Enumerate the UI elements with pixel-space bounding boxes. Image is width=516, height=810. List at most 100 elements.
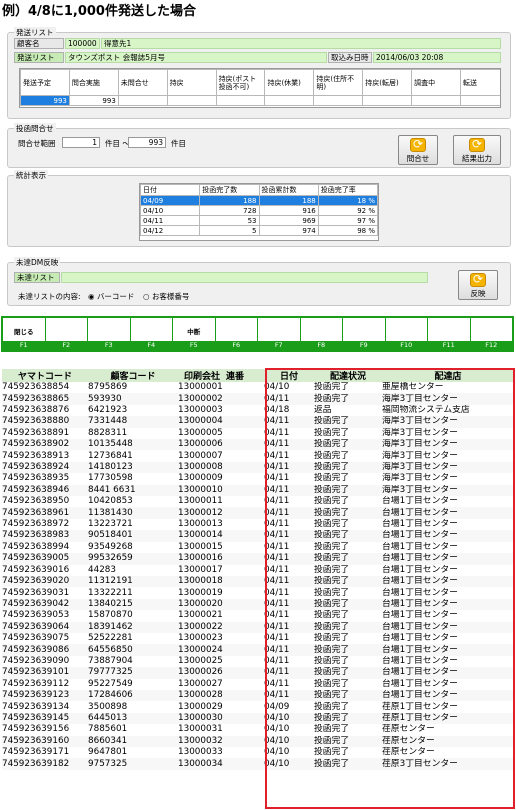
stats-row[interactable]: 04/11 53 969 97 % xyxy=(139,215,379,226)
table-cell: 745923638935 xyxy=(2,473,70,484)
inquiry-button-label: 問合せ xyxy=(406,154,430,163)
table-cell: 荏原センター xyxy=(382,747,435,758)
table-cell: 745923639020 xyxy=(2,575,88,588)
function-key-f3[interactable]: F3 xyxy=(88,318,131,350)
table-row: 745923638880 7331448 13000004 04/11 投函完了 海岸3丁… xyxy=(2,416,514,428)
send-status-column-header: 持戻(ポスト投函不可) xyxy=(215,69,266,96)
table-cell: 745923638913 xyxy=(2,450,70,461)
function-key-name: F1 xyxy=(3,341,45,350)
data-column-header: ヤマトコード xyxy=(2,369,88,382)
table-cell: 745923639160 xyxy=(2,735,88,747)
send-status-cell xyxy=(166,95,217,106)
table-cell: 7885601 xyxy=(88,724,128,735)
table-cell: 04/11 xyxy=(264,564,290,575)
stats-row[interactable]: 04/12 5 974 98 % xyxy=(139,225,379,236)
function-key-f12[interactable]: F12 xyxy=(470,318,512,350)
table-cell: 台場1丁目センター xyxy=(382,541,458,552)
customer-name-field[interactable]: 得意先1 xyxy=(101,38,501,49)
table-cell: 台場1丁目センター xyxy=(382,496,458,507)
table-cell: 6445013 xyxy=(88,712,178,725)
customer-label: 顧客名 xyxy=(14,38,64,49)
function-key-f2[interactable]: F2 xyxy=(45,318,88,350)
send-status-cell xyxy=(411,95,462,106)
customer-number-radio[interactable]: ○ お客様番号 xyxy=(143,291,189,302)
undelivered-content-label: 未達リストの内容: xyxy=(18,292,81,301)
function-key-f6[interactable]: F6 xyxy=(215,318,258,350)
stats-cell: 5 xyxy=(199,225,260,236)
table-cell: 13000012 xyxy=(178,507,264,519)
table-cell: 荏原3丁目センター xyxy=(382,758,514,770)
table-cell: 79777325 xyxy=(88,667,178,679)
table-cell: 745923639005 xyxy=(2,553,88,565)
table-row: 745923639171 9647801 13000033 04/10 投函完了 荏原セン… xyxy=(2,747,514,758)
reflect-button[interactable]: 反映 xyxy=(458,270,498,300)
table-cell: 海岸3丁目センター xyxy=(382,450,458,461)
table-cell: 7331448 xyxy=(88,416,178,428)
stats-row[interactable]: 04/10 728 916 92 % xyxy=(139,205,379,216)
table-cell: 745923639112 xyxy=(2,678,70,689)
table-cell: 投函完了 xyxy=(314,758,382,770)
output-results-button[interactable]: 結果出力 xyxy=(453,135,501,165)
function-key-f10[interactable]: F10 xyxy=(385,318,428,350)
undelivered-list-field[interactable] xyxy=(61,272,428,283)
table-row: 745923639075 52522281 13000023 04/11 投函完了 台場1… xyxy=(2,633,514,644)
table-cell: 9757325 xyxy=(88,758,178,770)
table-row: 745923639123 17284606 13000028 04/11 投函完了 台場1… xyxy=(2,689,514,702)
function-key-name: F3 xyxy=(88,341,130,350)
function-key-f11[interactable]: F11 xyxy=(428,318,471,350)
table-cell: 海岸3丁目センター xyxy=(382,461,514,474)
table-cell: 04/11 xyxy=(264,416,314,428)
inquiry-button[interactable]: 問合せ xyxy=(398,135,438,165)
table-cell: 8441 6631 xyxy=(88,484,178,497)
table-cell: 投函完了 xyxy=(314,598,382,611)
table-cell: 04/11 xyxy=(264,541,290,552)
function-key-f5[interactable]: 中断 F5 xyxy=(173,318,216,350)
stats-table: 日付 投函完了数 投函累計数 投函完了率 04/09 188 188 18 % 04/10 72… xyxy=(139,184,379,236)
table-cell: 10135448 xyxy=(88,439,178,451)
stats-row[interactable]: 04/09 188 188 18 % xyxy=(139,195,379,206)
table-cell: 13000001 xyxy=(178,382,223,393)
range-from-input[interactable]: 1 xyxy=(62,137,100,148)
function-key-name: F6 xyxy=(215,341,257,350)
table-cell: 13000013 xyxy=(178,519,223,530)
table-cell: 04/11 xyxy=(264,587,290,598)
function-key-label xyxy=(343,318,385,341)
list-label: 発送リスト xyxy=(14,52,64,63)
send-status-column-header: 持戻(住所不明) xyxy=(313,69,364,96)
table-cell: 745923638946 xyxy=(2,484,88,497)
table-cell: 13000034 xyxy=(178,758,264,770)
list-name-field[interactable]: タウンズポスト 会報誌5月号 xyxy=(65,52,327,63)
table-cell: 95227549 xyxy=(88,678,133,689)
send-status-cell xyxy=(362,95,413,106)
function-key-f9[interactable]: F9 xyxy=(343,318,386,350)
function-key-name: F9 xyxy=(343,341,385,350)
table-row: 745923639005 99532659 13000016 04/11 投函完了 台場1… xyxy=(2,553,514,565)
stats-cell: 92 % xyxy=(317,205,379,216)
range-to-unit: 件目 xyxy=(171,139,186,148)
table-cell: 745923638854 xyxy=(2,382,70,393)
reflect-button-label: 反映 xyxy=(470,289,486,298)
send-status-column-header: 持戻(転居) xyxy=(362,69,413,96)
data-column-header: 配達店 xyxy=(382,369,514,382)
table-cell: 04/10 xyxy=(264,735,314,747)
table-row: 745923639031 13322211 13000019 04/11 投函完了 台場1… xyxy=(2,587,514,598)
table-cell: 13000019 xyxy=(178,587,223,598)
function-key-f8[interactable]: F8 xyxy=(300,318,343,350)
function-key-f4[interactable]: F4 xyxy=(130,318,173,350)
table-cell: 13000027 xyxy=(178,678,223,689)
table-cell: 台場1丁目センター xyxy=(382,621,514,633)
stats-cell: 53 xyxy=(199,215,260,226)
table-cell: 04/10 xyxy=(264,724,290,735)
table-cell: 13000021 xyxy=(178,610,223,621)
function-key-f7[interactable]: F7 xyxy=(258,318,301,350)
table-cell: 亜屋橋センター xyxy=(382,382,444,393)
barcode-radio[interactable]: ◉ バーコード xyxy=(88,291,134,302)
table-cell: 17730598 xyxy=(88,473,133,484)
range-to-input[interactable]: 993 xyxy=(128,137,166,148)
table-row: 745923638891 8828311 13000005 04/11 投函完了 海岸3丁… xyxy=(2,428,514,439)
data-column-header: 日付 xyxy=(264,369,314,382)
table-cell: 04/11 xyxy=(264,496,290,507)
table-cell: 04/11 xyxy=(264,689,314,702)
function-key-f1[interactable]: 閉じる F1 xyxy=(3,318,46,350)
customer-code-field[interactable]: 100000 xyxy=(65,38,100,49)
